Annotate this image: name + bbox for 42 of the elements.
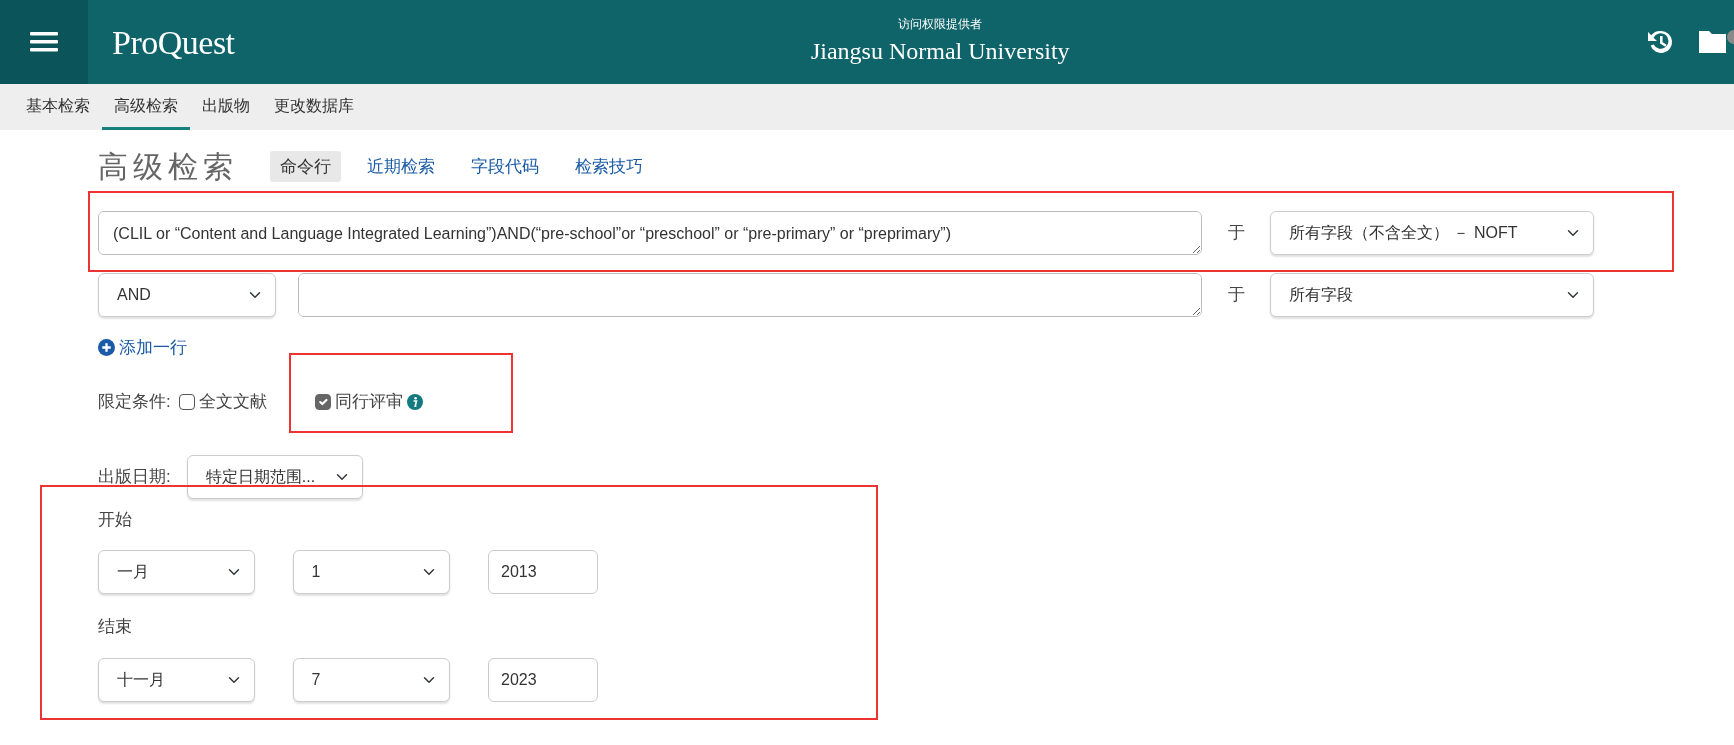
field-select[interactable]: 所有字段（不含全文） － NOFT bbox=[1270, 211, 1594, 255]
checkbox-option[interactable]: 全文文献 bbox=[178, 389, 267, 415]
page-link[interactable]: 检索技巧 bbox=[565, 150, 653, 183]
date-start-label: 开始 bbox=[98, 508, 133, 531]
query-field[interactable] bbox=[298, 273, 1202, 317]
year-field[interactable]: 2013 bbox=[488, 550, 598, 595]
checkbox-label: 全文文献 bbox=[198, 391, 267, 414]
day-select[interactable]: 7 bbox=[292, 657, 450, 702]
menu-icon bbox=[30, 31, 58, 53]
publication-date-label: 出版日期: bbox=[98, 466, 171, 488]
query-field[interactable]: (CLIL or “Content and Language Integrated Learning”)AND(“pre-school”or “preschool” or “pre-primary” or “preprimary”) bbox=[98, 211, 1202, 255]
brand-logo[interactable]: ProQuest bbox=[112, 16, 235, 68]
nav-tab[interactable]: 更改数据库 bbox=[262, 84, 366, 130]
checkbox[interactable] bbox=[314, 394, 331, 410]
institution-name: Jiangsu Normal University bbox=[810, 37, 1070, 66]
page-link[interactable]: 命令行 bbox=[270, 150, 341, 183]
operator-select[interactable]: AND bbox=[98, 273, 276, 317]
in-label: 于 bbox=[1226, 284, 1246, 307]
date-range-select[interactable]: 特定日期范围... bbox=[186, 454, 363, 499]
page-title: 高级检索 bbox=[98, 149, 238, 185]
month-select[interactable]: 一月 bbox=[98, 550, 255, 595]
add-row-link[interactable]: 添加一行 bbox=[98, 335, 187, 361]
nav-tab[interactable]: 高级检索 bbox=[102, 84, 190, 130]
page-link[interactable]: 字段代码 bbox=[461, 150, 549, 183]
checkbox-label: 同行评审 bbox=[334, 391, 403, 414]
add-row-label: 添加一行 bbox=[119, 337, 187, 359]
date-end-label: 结束 bbox=[98, 616, 133, 639]
nav-tab[interactable]: 出版物 bbox=[190, 84, 262, 130]
month-select[interactable]: 十一月 bbox=[98, 657, 255, 702]
field-select[interactable]: 所有字段 bbox=[1270, 273, 1594, 317]
checkbox[interactable] bbox=[178, 394, 195, 410]
day-select[interactable]: 1 bbox=[292, 550, 450, 595]
access-provider-label: 访问权限提供者 bbox=[898, 16, 983, 33]
in-label: 于 bbox=[1226, 222, 1246, 245]
year-field[interactable]: 2023 bbox=[488, 657, 598, 702]
nav-tab[interactable]: 基本检索 bbox=[14, 84, 102, 130]
plus-circle-icon bbox=[98, 339, 115, 357]
menu-button[interactable] bbox=[0, 0, 88, 84]
page-link[interactable]: 近期检索 bbox=[357, 150, 445, 183]
limits-label: 限定条件: bbox=[98, 391, 171, 414]
info-icon[interactable] bbox=[406, 394, 423, 410]
history-icon[interactable] bbox=[1646, 28, 1674, 56]
